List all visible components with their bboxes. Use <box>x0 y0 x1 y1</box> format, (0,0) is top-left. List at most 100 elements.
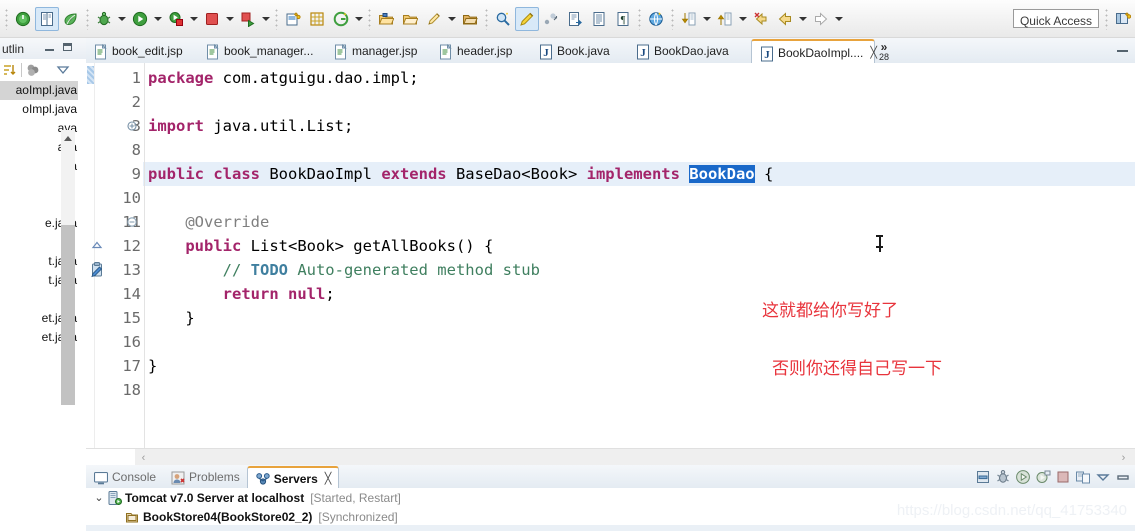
outline-vertical-scrollbar[interactable] <box>61 130 75 405</box>
module-icon <box>124 509 139 524</box>
paragraph-icon[interactable]: ¶ <box>611 7 635 31</box>
list-item[interactable]: aoImpl.java <box>0 81 78 100</box>
code-line[interactable]: package com.atguigu.dao.impl; <box>148 66 419 90</box>
open-perspective-icon[interactable] <box>1111 7 1135 31</box>
new-package-icon[interactable] <box>305 7 329 31</box>
maximize-icon[interactable] <box>62 42 74 54</box>
code-line[interactable]: @Override <box>148 210 269 234</box>
line-number: 10 <box>122 189 141 207</box>
code-line[interactable]: // TODO Auto-generated method stub <box>148 258 540 282</box>
chevron-down-icon[interactable] <box>188 7 200 31</box>
show-whitespace-icon[interactable] <box>587 7 611 31</box>
line-number: 17 <box>122 357 141 375</box>
editor-tab[interactable]: J Book.java <box>531 39 628 63</box>
editor-tab[interactable]: J BookDaoImpl.... ╳ <box>751 39 877 64</box>
open-type-icon[interactable] <box>374 7 398 31</box>
stop-icon[interactable] <box>200 7 224 31</box>
run-server-icon[interactable] <box>164 7 188 31</box>
scroll-up-icon[interactable] <box>61 130 75 146</box>
save-icon[interactable] <box>35 6 59 31</box>
search-magnifier-icon[interactable] <box>491 7 515 31</box>
minimize-icon[interactable] <box>1117 44 1129 56</box>
sort-icon[interactable] <box>2 62 18 78</box>
next-annotation-icon[interactable] <box>677 7 701 31</box>
link-editor-icon[interactable] <box>539 7 563 31</box>
new-server-icon[interactable] <box>975 469 991 485</box>
stop-server-icon[interactable] <box>1055 469 1071 485</box>
forward-icon[interactable] <box>809 7 833 31</box>
fold-plus-icon[interactable] <box>125 114 141 138</box>
chevron-down-icon[interactable] <box>701 7 713 31</box>
publish-icon[interactable] <box>1075 469 1091 485</box>
editor-tab[interactable]: book_edit.jsp <box>86 39 198 63</box>
minimize-icon[interactable] <box>44 42 56 54</box>
back-icon[interactable] <box>773 7 797 31</box>
bottom-tab-label: Servers <box>273 471 318 486</box>
spring-leaf-icon[interactable] <box>59 7 83 31</box>
quick-access-input[interactable]: Quick Access <box>1012 9 1099 28</box>
todo-task-icon[interactable] <box>89 258 105 282</box>
chevron-down-icon[interactable] <box>446 7 458 31</box>
editor-tab[interactable]: J BookDao.java <box>628 39 751 63</box>
chevron-down-icon[interactable] <box>797 7 809 31</box>
run-icon[interactable] <box>128 7 152 31</box>
mark-occurrences-icon[interactable] <box>515 6 539 31</box>
expand-collapse-icon[interactable]: ⌄ <box>92 491 106 504</box>
scroll-left-icon[interactable]: ‹ <box>135 449 152 466</box>
code-text[interactable]: package com.atguigu.dao.impl; import java… <box>148 63 1135 448</box>
chevron-down-icon[interactable] <box>152 7 164 31</box>
profile-server-icon[interactable] <box>1035 469 1051 485</box>
view-menu-icon[interactable] <box>1095 469 1111 485</box>
close-icon[interactable]: ╳ <box>870 46 877 59</box>
code-line[interactable]: } <box>148 306 194 330</box>
view-menu-icon[interactable] <box>56 63 70 77</box>
minimize-icon[interactable] <box>1115 469 1131 485</box>
open-browser-icon[interactable] <box>644 7 668 31</box>
editor-tab[interactable]: book_manager... <box>198 39 326 63</box>
code-line[interactable]: public class BookDaoImpl extends BaseDao… <box>148 162 773 186</box>
tree-row[interactable]: ⌄ Tomcat v7.0 Server at localhost [Started… <box>86 488 1135 507</box>
tab-overflow-button[interactable]: » 28 <box>879 41 889 63</box>
code-line[interactable]: return null; <box>148 282 335 306</box>
code-line[interactable]: public List<Book> getAllBooks() { <box>148 234 493 258</box>
open-resource-icon[interactable] <box>458 7 482 31</box>
open-task-list-icon[interactable] <box>563 7 587 31</box>
run-last-tool-icon[interactable] <box>236 7 260 31</box>
debug-icon[interactable] <box>92 7 116 31</box>
scrollbar-thumb[interactable] <box>61 225 75 405</box>
chevron-down-icon[interactable] <box>353 7 365 31</box>
scroll-right-icon[interactable]: › <box>1115 449 1132 466</box>
chevron-down-icon[interactable] <box>224 7 236 31</box>
editor-tab[interactable]: manager.jsp <box>326 39 431 63</box>
chevron-down-icon[interactable] <box>737 7 749 31</box>
open-task-icon[interactable] <box>398 7 422 31</box>
editor-horizontal-scrollbar[interactable]: ‹ › <box>86 448 1135 466</box>
code-line[interactable]: import java.util.List; <box>148 114 353 138</box>
generate-icon[interactable] <box>329 7 353 31</box>
previous-annotation-icon[interactable] <box>713 7 737 31</box>
code-line[interactable]: } <box>148 354 157 378</box>
bottom-tab[interactable]: Servers ╳ <box>246 466 340 489</box>
chevron-down-icon[interactable] <box>116 7 128 31</box>
chevron-down-icon[interactable] <box>260 7 272 31</box>
code-editor[interactable]: 1 2 3 8 9 10 11 12 13 14 15 16 17 18 package com.atgu… <box>86 63 1135 448</box>
filter-icon[interactable] <box>25 62 43 78</box>
line-number-gutter[interactable]: 1 2 3 8 9 10 11 12 13 14 15 16 17 18 <box>91 63 143 448</box>
start-server-icon[interactable] <box>1015 469 1031 485</box>
new-java-class-icon[interactable] <box>281 7 305 31</box>
search-icon[interactable] <box>422 7 446 31</box>
bottom-tab[interactable]: Console <box>86 466 163 488</box>
editor-tab[interactable]: header.jsp <box>431 39 531 63</box>
code-token: return <box>222 285 288 303</box>
override-triangle-icon[interactable] <box>89 234 105 258</box>
tree-row[interactable]: BookStore04(BookStore02_2) [Synchronized] <box>86 507 1135 526</box>
fold-minus-icon[interactable] <box>125 210 141 234</box>
new-wizard-icon[interactable] <box>11 7 35 31</box>
list-item[interactable]: oImpl.java <box>0 100 78 119</box>
bottom-tab[interactable]: Problems <box>163 466 247 488</box>
chevron-down-icon[interactable] <box>833 7 845 31</box>
debug-server-icon[interactable] <box>995 469 1011 485</box>
close-icon[interactable]: ╳ <box>325 472 332 485</box>
java-file-icon: J <box>635 44 649 60</box>
back-history-icon[interactable] <box>749 7 773 31</box>
